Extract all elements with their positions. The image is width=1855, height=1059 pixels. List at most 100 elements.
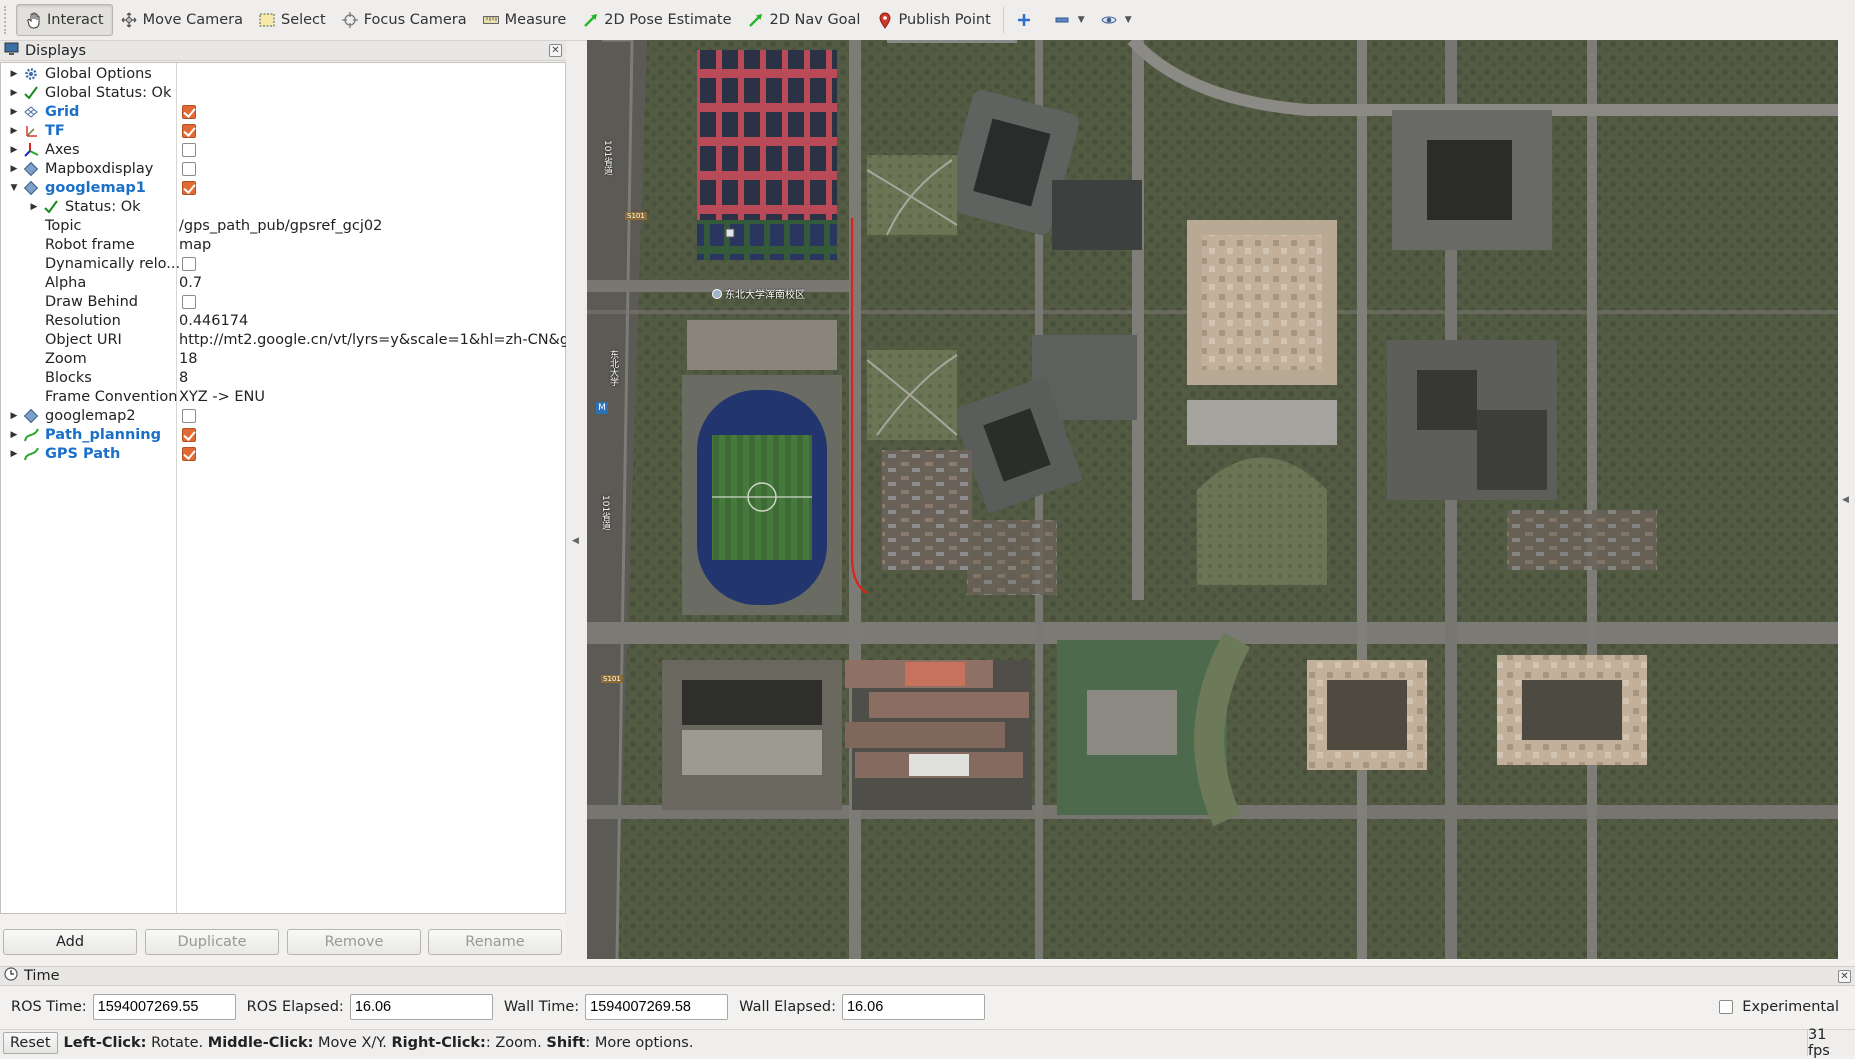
remove-tool-button[interactable]: ▼ bbox=[1046, 4, 1093, 36]
tree-row-label: GPS Path bbox=[45, 445, 121, 462]
property-label: Topic bbox=[45, 217, 82, 234]
property-label: Robot frame bbox=[45, 236, 135, 253]
fps-counter: 31 fps bbox=[1807, 1027, 1855, 1059]
add-tool-button[interactable] bbox=[1008, 4, 1046, 36]
property-value[interactable]: 18 bbox=[179, 351, 197, 367]
expand-arrow-icon[interactable]: ▶ bbox=[9, 411, 19, 421]
visibility-checkbox[interactable] bbox=[182, 104, 196, 119]
2d-pose-estimate-tool-button[interactable]: 2D Pose Estimate bbox=[574, 4, 739, 36]
property-resolution[interactable]: Resolution 0.446174 bbox=[1, 311, 565, 330]
visibility-checkbox[interactable] bbox=[182, 142, 196, 157]
visibility-checkbox[interactable] bbox=[182, 161, 196, 176]
tree-row-path-planning[interactable]: ▶ Path_planning bbox=[1, 425, 565, 444]
wall-time-field[interactable] bbox=[585, 994, 729, 1020]
hint-part: Move X/Y. bbox=[313, 1035, 392, 1051]
collapse-left-icon[interactable]: ◀ bbox=[572, 536, 579, 546]
2d-nav-goal-tool-label: 2D Nav Goal bbox=[769, 12, 861, 28]
property-blocks[interactable]: Blocks 8 bbox=[1, 368, 565, 387]
tree-row-axes[interactable]: ▶ Axes bbox=[1, 140, 565, 159]
property-value[interactable]: 8 bbox=[179, 370, 188, 386]
property-object-uri[interactable]: Object URI http://mt2.google.cn/vt/lyrs=… bbox=[1, 330, 587, 349]
expand-arrow-icon[interactable]: ▶ bbox=[9, 449, 19, 459]
satellite-map-image bbox=[587, 40, 1838, 959]
add-display-button[interactable]: Add bbox=[3, 929, 137, 955]
property-zoom[interactable]: Zoom 18 bbox=[1, 349, 565, 368]
property-checkbox[interactable] bbox=[182, 256, 196, 271]
render-view-satellite-map[interactable]: 东北大学浑南校区 S101 S101 101省道 东北大学 101省道 M bbox=[587, 40, 1838, 959]
displays-panel-title: Displays bbox=[25, 42, 87, 59]
hint-part: : More options. bbox=[585, 1035, 694, 1051]
property-robot-frame[interactable]: Robot frame map bbox=[1, 235, 565, 254]
duplicate-display-button[interactable]: Duplicate bbox=[145, 929, 279, 955]
property-value[interactable]: 0.446174 bbox=[179, 313, 248, 329]
remove-display-button[interactable]: Remove bbox=[287, 929, 421, 955]
tree-row-googlemap1[interactable]: ▼ googlemap1 bbox=[1, 178, 565, 197]
select-tool-button[interactable]: Select bbox=[251, 4, 334, 36]
mouse-hint-text: Left-Click: Rotate. Middle-Click: Move X… bbox=[64, 1035, 694, 1051]
tree-row-global-status[interactable]: ▶ Global Status: Ok bbox=[1, 83, 565, 102]
ros-time-field[interactable] bbox=[92, 994, 236, 1020]
property-alpha[interactable]: Alpha 0.7 bbox=[1, 273, 565, 292]
expand-arrow-icon[interactable]: ▶ bbox=[9, 69, 19, 79]
rename-display-button[interactable]: Rename bbox=[428, 929, 562, 955]
property-checkbox[interactable] bbox=[182, 294, 196, 309]
property-draw-behind[interactable]: Draw Behind bbox=[1, 292, 565, 311]
property-value[interactable]: XYZ -> ENU bbox=[179, 389, 265, 405]
move-camera-tool-button[interactable]: Move Camera bbox=[113, 4, 251, 36]
hint-part: Middle-Click: bbox=[207, 1035, 314, 1051]
panel-splitter[interactable]: ◀ bbox=[566, 41, 588, 960]
tree-row-googlemap2[interactable]: ▶ googlemap2 bbox=[1, 406, 565, 425]
close-icon[interactable]: ✕ bbox=[1838, 970, 1851, 983]
property-label: Resolution bbox=[45, 312, 121, 329]
expand-arrow-icon[interactable]: ▶ bbox=[9, 430, 19, 440]
property-dynamically-reload[interactable]: Dynamically relo... bbox=[1, 254, 565, 273]
tree-row-googlemap1-status[interactable]: ▶ Status: Ok bbox=[1, 197, 565, 216]
visibility-checkbox[interactable] bbox=[182, 446, 196, 461]
right-panel-handle[interactable]: ◀ bbox=[1838, 40, 1855, 959]
collapse-arrow-icon[interactable]: ▼ bbox=[9, 183, 19, 193]
tree-row-mapboxdisplay[interactable]: ▶ Mapboxdisplay bbox=[1, 159, 565, 178]
focus-camera-tool-button[interactable]: Focus Camera bbox=[334, 4, 475, 36]
visibility-checkbox[interactable] bbox=[182, 180, 196, 195]
expand-arrow-icon[interactable]: ▶ bbox=[9, 88, 19, 98]
move-camera-icon bbox=[121, 12, 138, 29]
wall-elapsed-field[interactable] bbox=[841, 994, 985, 1020]
expand-arrow-icon[interactable]: ▶ bbox=[29, 202, 39, 212]
tree-row-grid[interactable]: ▶ Grid bbox=[1, 102, 565, 121]
ros-elapsed-field[interactable] bbox=[349, 994, 493, 1020]
view-options-button[interactable]: ▼ bbox=[1093, 4, 1140, 36]
property-topic[interactable]: Topic /gps_path_pub/gpsref_gcj02 bbox=[1, 216, 565, 235]
interact-tool-button[interactable]: Interact bbox=[16, 4, 113, 36]
displays-panel-header: Displays ✕ bbox=[0, 41, 566, 61]
map-pin-icon bbox=[876, 12, 893, 29]
toolbar-grip[interactable] bbox=[4, 6, 10, 34]
property-value[interactable]: 0.7 bbox=[179, 275, 202, 291]
property-frame-convention[interactable]: Frame Convention XYZ -> ENU bbox=[1, 387, 565, 406]
property-value[interactable]: http://mt2.google.cn/vt/lyrs=y&scale=1&h… bbox=[179, 332, 587, 348]
expand-arrow-icon[interactable]: ▶ bbox=[9, 164, 19, 174]
expand-arrow-icon[interactable]: ▶ bbox=[9, 145, 19, 155]
tree-row-tf[interactable]: ▶ TF bbox=[1, 121, 565, 140]
property-value[interactable]: /gps_path_pub/gpsref_gcj02 bbox=[179, 218, 382, 234]
property-value[interactable]: map bbox=[179, 237, 211, 253]
expand-arrow-icon[interactable]: ▶ bbox=[9, 126, 19, 136]
hint-part: Rotate. bbox=[146, 1035, 208, 1051]
experimental-label: Experimental bbox=[1742, 999, 1839, 1015]
reset-button[interactable]: Reset bbox=[3, 1032, 58, 1054]
visibility-checkbox[interactable] bbox=[182, 408, 196, 423]
expand-arrow-icon[interactable]: ▶ bbox=[9, 107, 19, 117]
visibility-checkbox[interactable] bbox=[182, 123, 196, 138]
close-icon[interactable]: ✕ bbox=[549, 44, 562, 57]
wall-elapsed-label: Wall Elapsed: bbox=[739, 999, 836, 1015]
experimental-checkbox[interactable] bbox=[1719, 1000, 1734, 1014]
tree-row-global-options[interactable]: ▶ Global Options bbox=[1, 64, 565, 83]
collapse-right-icon[interactable]: ◀ bbox=[1842, 495, 1849, 505]
publish-point-tool-button[interactable]: Publish Point bbox=[868, 4, 998, 36]
visibility-checkbox[interactable] bbox=[182, 427, 196, 442]
clock-icon bbox=[4, 967, 18, 985]
measure-tool-button[interactable]: Measure bbox=[475, 4, 575, 36]
map-label-road-side: 101省道 bbox=[602, 140, 612, 176]
property-label: Object URI bbox=[45, 331, 122, 348]
2d-nav-goal-tool-button[interactable]: 2D Nav Goal bbox=[740, 4, 869, 36]
tree-row-gps-path[interactable]: ▶ GPS Path bbox=[1, 444, 565, 463]
